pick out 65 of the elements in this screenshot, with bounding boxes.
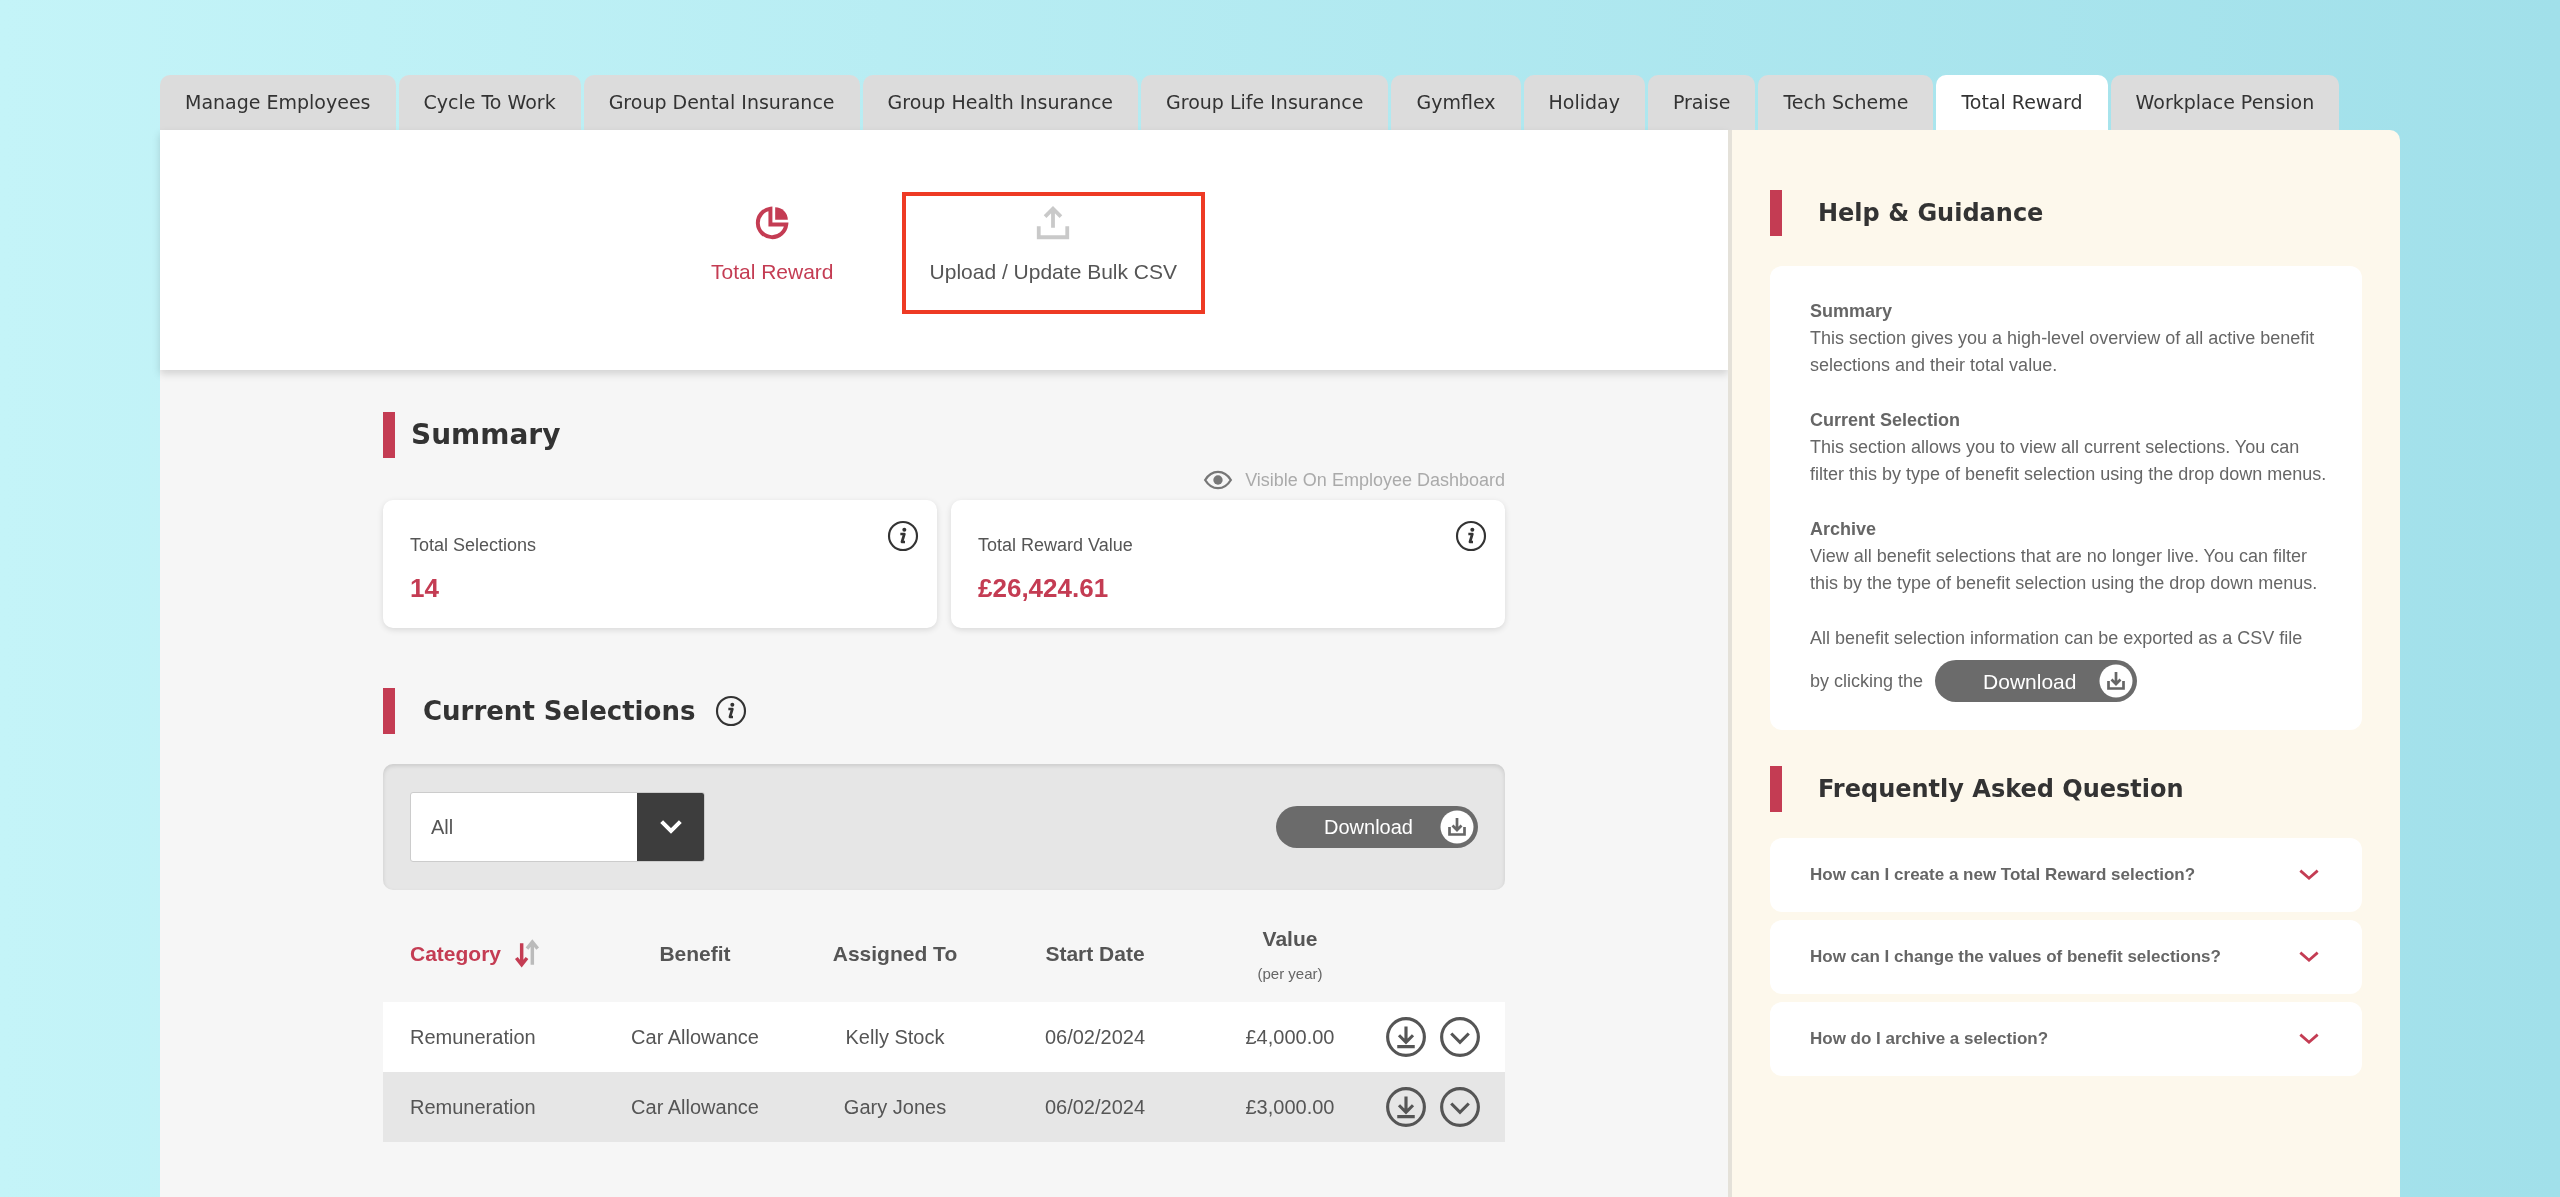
faq-item[interactable]: How do I archive a selection? xyxy=(1770,1002,2362,1076)
faq-item[interactable]: How can I change the values of benefit selections? xyxy=(1770,920,2362,994)
download-icon[interactable] xyxy=(1385,1016,1427,1058)
info-icon[interactable] xyxy=(887,520,919,552)
column-header[interactable]: Category xyxy=(410,938,502,970)
table-cell-text: Kelly Stock xyxy=(844,1025,946,1050)
nav-item[interactable]: Total Reward xyxy=(683,192,862,314)
help-text: This section gives you a high-level overview of all active benefit selections and their total value. xyxy=(1810,327,2316,377)
tab[interactable]: Total Reward xyxy=(1936,75,2108,130)
download-icon xyxy=(2098,663,2135,699)
tab[interactable]: Group Health Insurance xyxy=(862,75,1139,130)
column-header[interactable]: Value xyxy=(1262,923,1318,955)
tab[interactable]: Workplace Pension xyxy=(2110,75,2340,130)
column-header[interactable]: Benefit xyxy=(659,938,731,970)
expand-icon[interactable] xyxy=(1439,1086,1481,1128)
download-icon xyxy=(1439,809,1475,845)
section-heading: Summary xyxy=(411,417,561,453)
expand-icon[interactable] xyxy=(1439,1016,1481,1058)
heading-accent-bar xyxy=(1770,190,1782,236)
help-heading: Current Selection xyxy=(1810,409,1962,432)
column-header[interactable]: Start Date xyxy=(1045,938,1145,970)
tab[interactable]: Holiday xyxy=(1523,75,1645,130)
visibility-label: Visible On Employee Dashboard xyxy=(1245,468,1505,492)
card-value: £26,424.61 xyxy=(978,572,1110,605)
table-cell-text: £3,000.00 xyxy=(1244,1095,1336,1120)
table-cell-text: Car Allowance xyxy=(630,1025,760,1050)
info-icon[interactable] xyxy=(1455,520,1487,552)
column-sublabel: (per year) xyxy=(1257,963,1323,984)
tab[interactable]: Praise xyxy=(1647,75,1756,130)
help-text: View all benefit selections that are no longer live. You can filter this by the type of benefit selection using the drop down menus. xyxy=(1810,545,2319,595)
card-label: Total Selections xyxy=(410,534,537,557)
help-text: This section allows you to view all current selections. You can filter this by type of benefit selection using the drop down menus. xyxy=(1810,436,2328,486)
help-heading: Archive xyxy=(1810,518,1878,541)
tab[interactable]: Tech Scheme xyxy=(1758,75,1934,130)
download-button[interactable]: Download xyxy=(1276,806,1478,848)
tab[interactable]: Group Life Insurance xyxy=(1141,75,1389,130)
tab[interactable]: Group Dental Insurance xyxy=(583,75,860,130)
heading-accent-bar xyxy=(383,688,395,734)
info-icon[interactable] xyxy=(715,695,748,727)
nav-item[interactable]: Upload / Update Bulk CSV xyxy=(901,192,1205,314)
download-icon[interactable] xyxy=(1385,1086,1427,1128)
section-heading: Help & Guidance xyxy=(1818,198,2044,229)
help-text: All benefit selection information can be exported as a CSV file xyxy=(1810,627,2304,650)
filter-dropdown[interactable]: All xyxy=(410,792,705,862)
heading-accent-bar xyxy=(1770,766,1782,812)
section-heading: Current Selections xyxy=(423,694,696,728)
faq-item[interactable]: How can I create a new Total Reward selection? xyxy=(1770,838,2362,912)
tab[interactable]: Cycle To Work xyxy=(398,75,581,130)
card-label: Total Reward Value xyxy=(978,534,1133,557)
table-cell-text: Car Allowance xyxy=(630,1095,760,1120)
column-header[interactable]: Assigned To xyxy=(832,938,958,970)
table-cell-text: Remuneration xyxy=(410,1095,537,1120)
tab[interactable]: Gymflex xyxy=(1391,75,1521,130)
download-button[interactable]: Download xyxy=(1935,660,2138,702)
table-cell-text: Gary Jones xyxy=(842,1095,948,1120)
section-heading: Frequently Asked Question xyxy=(1818,774,2184,805)
help-heading: Summary xyxy=(1810,300,1894,323)
table-cell-text: 06/02/2024 xyxy=(1043,1025,1147,1050)
table-cell-text: £4,000.00 xyxy=(1244,1025,1336,1050)
card-value: 14 xyxy=(410,572,440,605)
tab[interactable]: Manage Employees xyxy=(160,75,396,130)
table-cell-text: Remuneration xyxy=(410,1025,537,1050)
help-text: by clicking the xyxy=(1810,669,1924,693)
table-cell-text: 06/02/2024 xyxy=(1043,1095,1147,1120)
heading-accent-bar xyxy=(383,412,395,458)
